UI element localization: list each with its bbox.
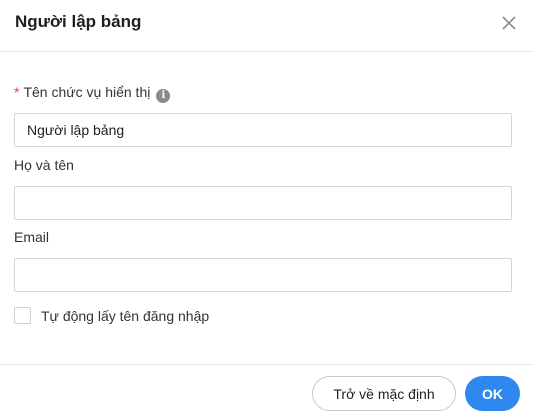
reset-default-button[interactable]: Trở về mặc định (312, 376, 456, 411)
fullname-input[interactable] (14, 186, 512, 220)
email-label: Email (14, 229, 50, 245)
close-icon[interactable] (501, 15, 517, 31)
position-label: Tên chức vụ hiển thị (23, 84, 151, 100)
position-label-row: * Tên chức vụ hiển thị i (14, 84, 171, 103)
dialog: Người lập bảng *Tên chức vụ hiển thị i Họ… (0, 0, 534, 417)
position-input[interactable] (14, 113, 512, 147)
info-icon[interactable]: i (156, 89, 171, 103)
auto-username-checkbox[interactable] (14, 307, 31, 324)
dialog-header: Người lập bảng (0, 0, 534, 52)
ok-button[interactable]: OK (465, 376, 520, 411)
dialog-title: Người lập bảng (15, 12, 142, 31)
required-mark: * (14, 84, 20, 100)
auto-username-label[interactable]: Tự động lấy tên đăng nhập (41, 308, 209, 324)
email-input[interactable] (14, 258, 512, 292)
fullname-label: Họ và tên (14, 157, 74, 173)
